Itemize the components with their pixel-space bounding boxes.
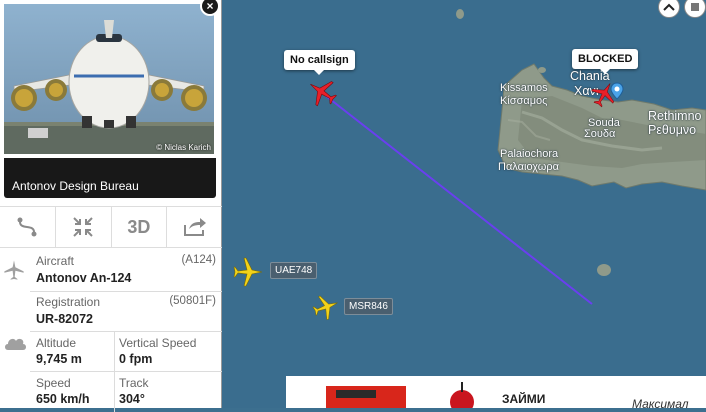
track-value: 304° (119, 392, 145, 406)
registration-label: Registration (36, 295, 101, 309)
registration-row: Registration (50801F) UR-82072 (30, 292, 222, 332)
speed-label: Speed (36, 376, 71, 390)
share-button[interactable] (167, 207, 222, 247)
altitude-label: Altitude (36, 336, 77, 350)
flight-label-uae748[interactable]: UAE748 (270, 262, 318, 279)
close-icon: × (206, 0, 214, 13)
altitude-row: Altitude 9,745 m Vertical Speed 0 fpm (30, 332, 222, 372)
collapse-button[interactable] (56, 207, 112, 247)
place-rethimno: Rethimno (648, 109, 702, 123)
blocked-flight-callout[interactable]: BLOCKED (572, 49, 639, 74)
place-souda-gr: Σουδα (584, 128, 616, 140)
operator-bar: Antonov Design Bureau (4, 158, 216, 198)
place-kissamos: Kissamos (500, 82, 548, 94)
column-divider (114, 332, 115, 371)
aircraft-label: Aircraft (36, 254, 75, 268)
aircraft-row: Aircraft (A124) Antonov An-124 (30, 250, 222, 292)
operator-name: Antonov Design Bureau (12, 179, 139, 193)
column-divider (114, 372, 115, 412)
registration-value: UR-82072 (36, 312, 93, 326)
track-label: Track (119, 376, 149, 390)
speed-row: Speed 650 km/h Track 304° (30, 372, 222, 412)
3d-view-button[interactable]: 3D (112, 207, 168, 247)
vertical-speed-value: 0 fpm (119, 352, 153, 366)
share-icon (183, 218, 206, 236)
aircraft-photo[interactable]: © Niclas Karich (4, 4, 214, 154)
cloud-icon (5, 338, 26, 350)
collapse-icon (73, 217, 93, 237)
route-icon (17, 217, 37, 237)
aircraft-icon-uae748[interactable] (232, 256, 264, 288)
place-rethimno-gr: Ρεθυμνο (648, 123, 697, 137)
chevron-up-icon (663, 3, 675, 11)
place-palaiochora: Palaiochora (500, 148, 559, 160)
speed-value: 650 km/h (36, 392, 90, 406)
airport-marker-icon[interactable] (610, 82, 624, 100)
flight-tools-bar: 3D (0, 206, 222, 248)
flight-info-sidebar: © Niclas Karich × Antonov Design Bureau … (0, 0, 222, 412)
advertisement-banner[interactable]: ЗАЙМИ Максимал (286, 376, 706, 408)
vertical-speed-label: Vertical Speed (119, 336, 197, 350)
photo-credit: © Niclas Karich (156, 143, 211, 152)
layers-icon (691, 3, 699, 11)
close-sidebar-button[interactable]: × (200, 0, 220, 16)
aircraft-type-icon (4, 260, 24, 280)
aircraft-icon-msr846[interactable] (312, 293, 340, 321)
ad-text: ЗАЙМИ (502, 392, 546, 406)
selected-aircraft-icon[interactable] (306, 76, 338, 108)
registration-code: (50801F) (169, 295, 216, 307)
ad-text-secondary: Максимал (632, 397, 689, 408)
altitude-value: 9,745 m (36, 352, 82, 366)
place-palaiochora-gr: Παλαιοχωρα (498, 161, 559, 173)
aircraft-value: Antonov An-124 (36, 271, 132, 285)
place-kissamos-gr: Κίσσαμος (500, 95, 548, 107)
flight-map[interactable]: Kissamos Κίσσαμος Chania Χανι Souda Σουδ… (222, 0, 706, 408)
selected-flight-callout[interactable]: No callsign (284, 50, 355, 75)
aircraft-code: (A124) (181, 254, 216, 266)
show-route-button[interactable] (0, 207, 56, 247)
flight-label-msr846[interactable]: MSR846 (344, 298, 393, 315)
aircraft-photo-image (4, 4, 214, 154)
